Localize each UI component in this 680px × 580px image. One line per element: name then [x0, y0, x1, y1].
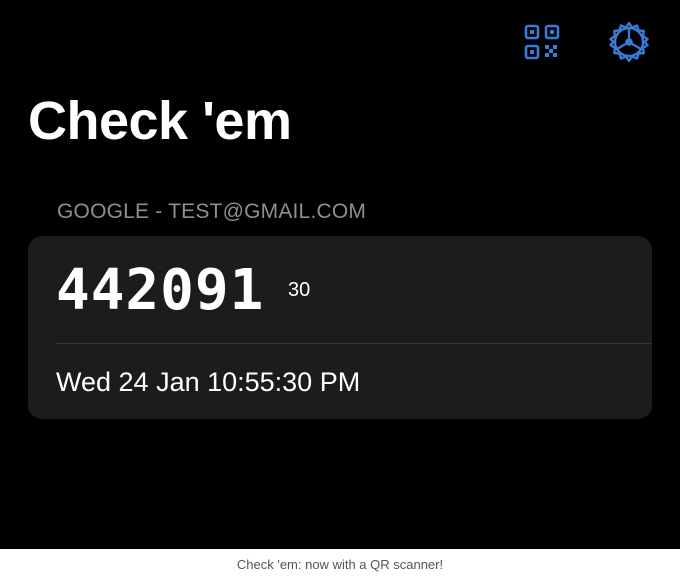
- settings-button[interactable]: [604, 17, 654, 67]
- gear-icon: [609, 21, 649, 63]
- otp-code[interactable]: 442091: [56, 258, 264, 324]
- footer-text: Check 'em: now with a QR scanner!: [236, 556, 444, 572]
- otp-card[interactable]: 442091 30 Wed 24 Jan 10:55:30 PM: [28, 236, 652, 419]
- card-divider: [56, 343, 652, 344]
- footer-banner: Check 'em: now with a QR scanner!: [0, 549, 680, 580]
- timestamp: Wed 24 Jan 10:55:30 PM: [56, 367, 361, 397]
- qr-scanner-button[interactable]: [520, 20, 564, 64]
- qr-code-icon: [524, 24, 560, 60]
- page-title: Check 'em: [28, 91, 292, 151]
- countdown-seconds: 30: [288, 279, 311, 301]
- app-screen: Check 'em GOOGLE - TEST@GMAIL.COM 442091…: [0, 0, 680, 549]
- account-label: GOOGLE - TEST@GMAIL.COM: [57, 200, 367, 223]
